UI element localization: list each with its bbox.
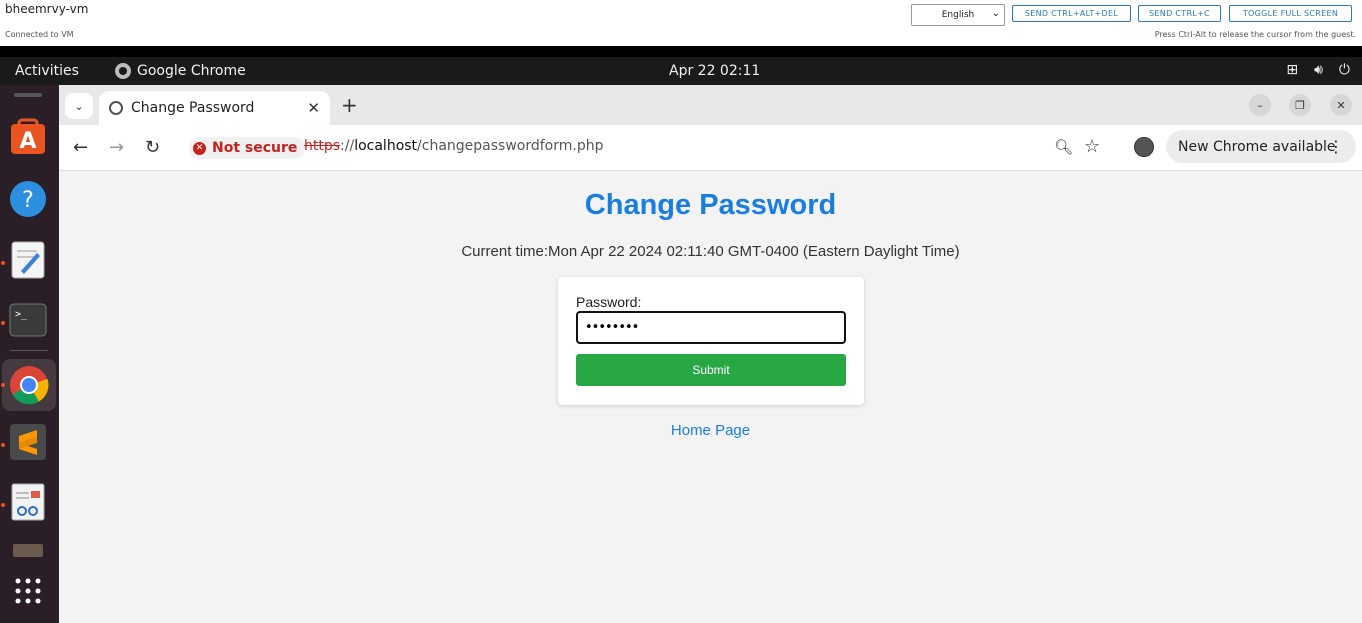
send-ctrl-alt-del-button[interactable]: SEND CTRL+ALT+DEL (1012, 5, 1131, 22)
home-page-link[interactable]: Home Page (59, 422, 1362, 439)
volume-icon[interactable]: 🔊︎ (1314, 62, 1323, 78)
running-indicator (1, 443, 5, 447)
svg-text:?: ? (22, 188, 34, 213)
tab-change-password[interactable]: Change Password ✕ (99, 91, 330, 125)
browser-toolbar: ← → ↻ ✕ Not secure https://localhost/cha… (59, 125, 1362, 171)
text-editor-icon[interactable] (8, 240, 48, 280)
document-viewer-icon[interactable] (8, 482, 48, 522)
vm-name: bheemrvy-vm (5, 2, 89, 16)
security-chip[interactable]: ✕ Not secure (189, 137, 306, 159)
globe-icon (109, 101, 123, 115)
svg-text:>_: >_ (15, 309, 28, 320)
not-secure-icon: ✕ (193, 141, 206, 155)
minimize-icon[interactable]: – (1249, 94, 1271, 116)
power-icon[interactable]: ⏻ (1339, 62, 1350, 78)
ubuntu-software-icon[interactable]: A (8, 117, 48, 157)
clock[interactable]: Apr 22 02:11 (669, 63, 760, 79)
vm-header: bheemrvy-vm Connected to VM English ⌄ SE… (0, 0, 1362, 46)
change-password-form: Password: •••••••• Submit (558, 277, 864, 405)
help-icon[interactable]: ? (8, 179, 48, 219)
url-scheme: https (304, 138, 341, 154)
show-apps-icon[interactable] (8, 571, 48, 611)
password-label: Password: (576, 294, 642, 310)
chrome-icon[interactable] (2, 359, 56, 411)
language-select[interactable]: English ⌄ (911, 4, 1005, 26)
close-tab-icon[interactable]: ✕ (307, 99, 320, 117)
release-cursor-hint: Press Ctrl-Alt to release the cursor fro… (1154, 30, 1356, 39)
page-title: Change Password (584, 189, 837, 221)
chrome-window: ⌄ Change Password ✕ + – ❐ ✕ ← → ↻ ✕ Not … (59, 85, 1362, 623)
tab-strip: ⌄ Change Password ✕ + – ❐ ✕ (59, 85, 1362, 125)
current-time: Current time:Mon Apr 22 2024 02:11:40 GM… (461, 243, 960, 260)
dock-separator (10, 350, 48, 351)
url-text[interactable]: https://localhost/changepasswordform.php (304, 138, 604, 154)
url-path: /changepasswordform.php (417, 138, 604, 154)
send-ctrl-c-button[interactable]: SEND CTRL+C (1138, 5, 1221, 22)
running-indicator (1, 503, 5, 507)
sublime-text-icon[interactable] (8, 422, 48, 462)
url-host: localhost (354, 138, 418, 154)
vm-connection-status: Connected to VM (5, 30, 74, 39)
password-input[interactable]: •••••••• (576, 311, 846, 344)
files-icon[interactable] (8, 540, 48, 560)
app-menu-label: Google Chrome (137, 63, 246, 79)
dock: A ? >_ (0, 85, 59, 623)
gnome-top-bar: Activities Google Chrome Apr 22 02:11 ⊞ … (0, 57, 1362, 85)
page-content: Change Password Current time:Mon Apr 22 … (59, 171, 1362, 623)
app-menu[interactable]: Google Chrome (115, 63, 246, 79)
address-bar[interactable]: ✕ Not secure https://localhost/changepas… (179, 131, 1109, 163)
more-menu-icon: ⋮ (1328, 137, 1344, 156)
update-label: New Chrome available (1178, 138, 1336, 155)
forward-arrow-icon[interactable]: → (109, 137, 124, 158)
vm-frame-border (0, 46, 1362, 57)
terminal-icon[interactable]: >_ (8, 300, 48, 340)
zoom-icon[interactable]: 🔍︎ (1054, 138, 1073, 156)
tab-search-chevron-icon[interactable]: ⌄ (65, 93, 93, 119)
language-value: English (941, 10, 975, 20)
reload-icon[interactable]: ↻ (145, 137, 160, 158)
restore-icon[interactable]: ❐ (1289, 94, 1311, 116)
close-window-icon[interactable]: ✕ (1330, 94, 1352, 116)
network-icon[interactable]: ⊞ (1286, 62, 1298, 78)
chrome-app-icon (115, 63, 131, 79)
new-tab-icon[interactable]: + (341, 93, 358, 117)
running-indicator (1, 261, 5, 265)
activities-button[interactable]: Activities (15, 63, 79, 79)
toggle-full-screen-button[interactable]: TOGGLE FULL SCREEN (1229, 5, 1352, 22)
system-tray[interactable]: ⊞ 🔊︎ ⏻ (1286, 62, 1350, 78)
svg-text:A: A (19, 129, 36, 154)
running-indicator (1, 383, 5, 387)
update-chrome-button[interactable]: New Chrome available ⋮ (1166, 130, 1356, 163)
chevron-down-icon: ⌄ (991, 8, 1000, 19)
back-arrow-icon[interactable]: ← (73, 137, 88, 158)
security-label: Not secure (212, 140, 298, 156)
submit-button[interactable]: Submit (576, 354, 846, 386)
tab-title: Change Password (131, 100, 255, 116)
url-separator: :// (340, 138, 355, 154)
dock-scroll-indicator (14, 93, 42, 97)
bookmark-star-icon[interactable]: ☆ (1084, 136, 1100, 157)
profile-avatar[interactable] (1134, 137, 1154, 157)
running-indicator (1, 321, 5, 325)
